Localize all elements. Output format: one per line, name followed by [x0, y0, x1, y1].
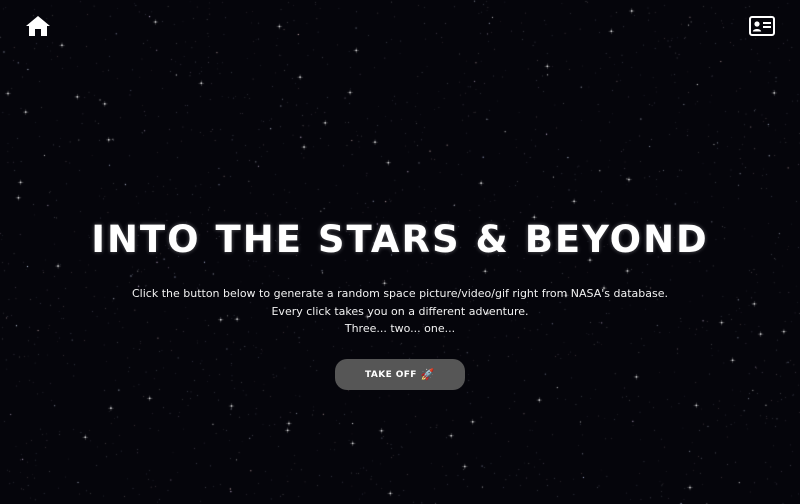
- id-card-icon[interactable]: [748, 14, 776, 38]
- home-icon[interactable]: [24, 14, 52, 38]
- take-off-button-label: TAKE OFF: [365, 369, 417, 380]
- description-line-1: Click the button below to generate a ran…: [131, 287, 669, 300]
- description-line-3: Three... two... one...: [344, 322, 456, 335]
- home-icon-glyph: [26, 16, 50, 36]
- take-off-button[interactable]: TAKE OFF 🚀: [335, 359, 465, 390]
- rocket-icon: 🚀: [420, 368, 435, 381]
- id-card-icon-glyph: [749, 16, 775, 36]
- page-title: INTO THE STARS & BEYOND: [91, 218, 709, 261]
- description-line-2: Every click takes you on a different adv…: [271, 305, 529, 318]
